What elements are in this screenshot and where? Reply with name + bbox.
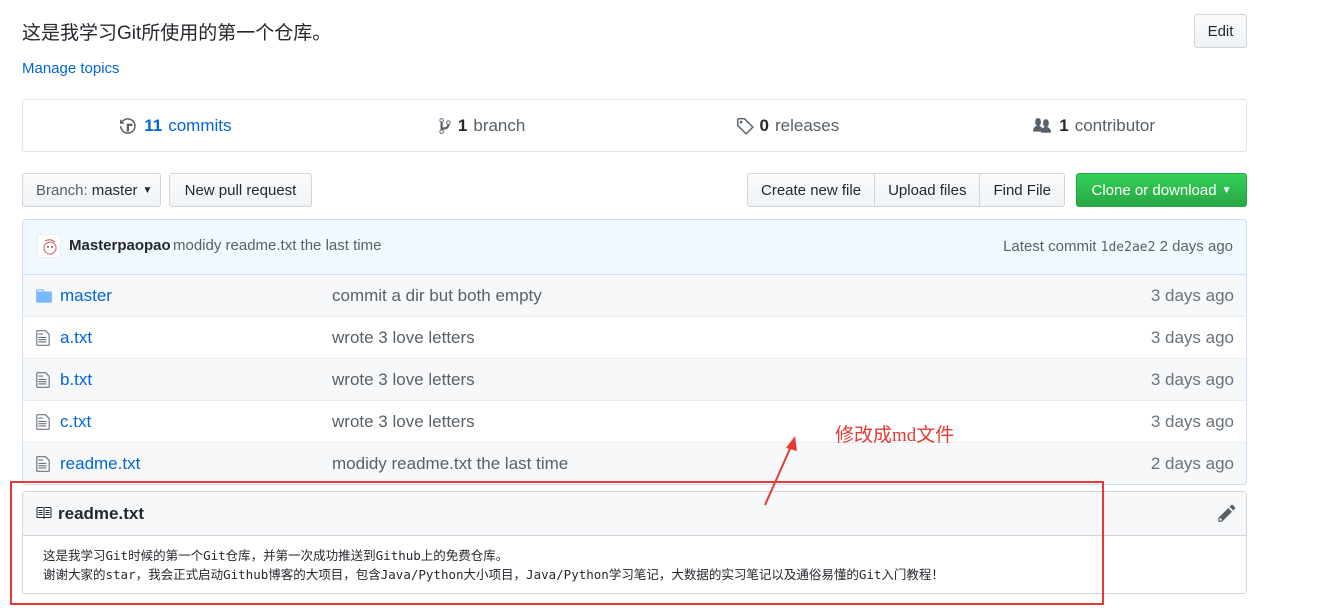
branch-icon <box>439 117 451 134</box>
releases-label: releases <box>774 115 840 135</box>
table-row: readme.txt modidy readme.txt the last tim… <box>23 442 1246 484</box>
clone-label: Clone or download <box>1091 181 1217 199</box>
contributors-link[interactable]: 1 contributor <box>940 116 1246 136</box>
file-commit-message[interactable]: commit a dir but both empty <box>332 286 542 306</box>
history-icon <box>120 117 136 134</box>
file-name-link[interactable]: readme.txt <box>60 454 140 474</box>
file-list: master commit a dir but both empty 3 days … <box>23 275 1246 484</box>
annotation-text: 修改成md文件 <box>835 425 955 446</box>
file-age: 3 days ago <box>1150 286 1234 305</box>
file-name-link[interactable]: b.txt <box>60 370 92 390</box>
folder-icon <box>35 287 53 305</box>
table-row: a.txt wrote 3 love letters 3 days ago <box>23 316 1246 358</box>
releases-count: 0 <box>759 115 769 135</box>
file-icon <box>35 329 53 347</box>
file-age: 3 days ago <box>1150 328 1234 347</box>
caret-down-icon: ▼ <box>1221 184 1232 196</box>
commit-age: 2 days ago <box>1159 238 1233 255</box>
branches-label: branch <box>473 115 526 135</box>
repo-description: 这是我学习Git所使用的第一个仓库。 <box>22 23 332 44</box>
branch-name: master <box>91 181 138 199</box>
annotation-highlight-box <box>10 481 1104 605</box>
branch-select-button[interactable]: Branch: master ▼ <box>22 173 161 207</box>
avatar[interactable] <box>37 234 61 258</box>
branches-count: 1 <box>457 115 468 135</box>
file-icon <box>35 413 53 431</box>
contributors-count: 1 <box>1059 115 1069 135</box>
branches-link[interactable]: 1 branch <box>329 116 635 136</box>
table-row: master commit a dir but both empty 3 days … <box>23 275 1246 316</box>
new-pull-request-button[interactable]: New pull request <box>169 173 312 207</box>
file-name-link[interactable]: c.txt <box>60 412 91 432</box>
commits-count: 11 <box>144 115 163 135</box>
file-icon <box>35 455 53 473</box>
latest-commit-info: Latest commit 1de2ae2 2 days ago <box>1003 238 1233 255</box>
caret-down-icon: ▼ <box>142 184 153 196</box>
pencil-icon[interactable] <box>1218 503 1236 523</box>
people-icon <box>1033 117 1052 133</box>
table-row: c.txt wrote 3 love letters 3 days ago <box>23 400 1246 442</box>
commit-sha-link[interactable]: 1de2ae2 <box>1101 240 1156 255</box>
file-actions-group: Create new file Upload files Find File <box>747 173 1065 207</box>
file-browser: Masterpaopao modidy readme.txt the last … <box>22 219 1247 485</box>
manage-topics-link[interactable]: Manage topics <box>22 60 120 77</box>
file-age: 2 days ago <box>1150 454 1234 473</box>
releases-link[interactable]: 0 releases <box>635 116 941 136</box>
contributors-label: contributor <box>1074 115 1156 135</box>
file-commit-message[interactable]: wrote 3 love letters <box>332 412 475 432</box>
file-name-link[interactable]: master <box>60 286 112 306</box>
commits-label: commits <box>168 115 232 135</box>
clone-or-download-button[interactable]: Clone or download ▼ <box>1076 173 1247 207</box>
commit-author-link[interactable]: Masterpaopao <box>69 237 171 254</box>
file-age: 3 days ago <box>1150 370 1234 389</box>
tag-icon <box>736 117 754 135</box>
annotation-arrow-icon <box>764 436 797 506</box>
latest-commit-label: Latest commit <box>1003 238 1097 255</box>
edit-button[interactable]: Edit <box>1194 14 1247 48</box>
file-name-link[interactable]: a.txt <box>60 328 92 348</box>
file-age: 3 days ago <box>1150 412 1234 431</box>
file-icon <box>35 371 53 389</box>
commits-link[interactable]: 11 commits <box>23 116 329 136</box>
file-commit-message[interactable]: wrote 3 love letters <box>332 328 475 348</box>
create-new-file-button[interactable]: Create new file <box>747 173 876 207</box>
upload-files-button[interactable]: Upload files <box>874 173 981 207</box>
commit-message-link[interactable]: modidy readme.txt the last time <box>173 237 381 254</box>
branch-prefix: Branch: <box>36 181 88 199</box>
file-commit-message[interactable]: modidy readme.txt the last time <box>332 454 568 474</box>
repo-summary-bar: 11 commits 1 branch 0 releases 1 contrib… <box>22 99 1247 152</box>
table-row: b.txt wrote 3 love letters 3 days ago <box>23 358 1246 400</box>
find-file-button[interactable]: Find File <box>979 173 1065 207</box>
latest-commit-bar: Masterpaopao modidy readme.txt the last … <box>23 220 1246 275</box>
file-commit-message[interactable]: wrote 3 love letters <box>332 370 475 390</box>
